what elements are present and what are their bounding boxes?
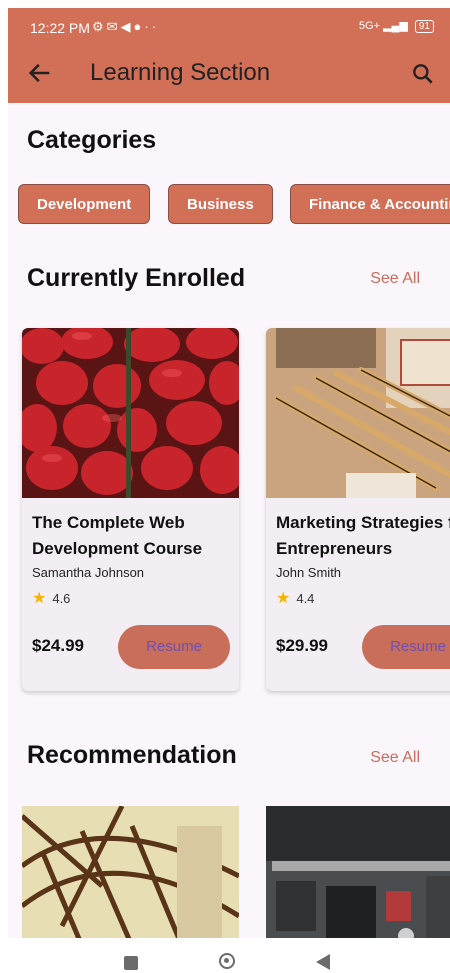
recommendation-thumbnail-bridge[interactable] [22,806,239,938]
categories-heading: Categories [27,126,157,154]
enrolled-see-all-link[interactable]: See All [370,270,420,288]
recommendation-thumbnail-desk[interactable] [266,806,450,938]
star-icon: ★ [276,590,291,607]
course-price: $24.99 [32,636,84,655]
chip-development[interactable]: Development [18,184,151,224]
resume-button[interactable]: Resume [362,625,450,669]
app-screen: 12:22 PM ⚙✉◀●·· 5G+ ▂▄▆ 91 Learning Sect… [8,8,450,938]
course-price: $29.99 [276,636,328,655]
system-nav-bar [0,938,450,973]
recents-icon[interactable] [124,956,138,970]
resume-button[interactable]: Resume [118,625,230,669]
home-icon[interactable] [219,953,235,969]
battery-icon: 91 [414,20,434,33]
category-chips: Development Business Finance & Accountin… [18,184,450,228]
notification-icons: ⚙✉◀●·· [92,19,160,34]
star-icon: ★ [32,590,47,607]
course-card[interactable]: Marketing Strategies for Entrepreneurs J… [266,328,450,691]
recommendation-heading: Recommendation [27,741,237,769]
arrow-left-icon[interactable] [26,59,54,87]
toolbar: Learning Section [8,48,450,103]
course-author: Samantha Johnson [32,565,145,580]
course-author: John Smith [276,565,342,580]
network-label: 5G+ [358,20,381,32]
chip-finance-accounting[interactable]: Finance & Accounting [290,184,450,224]
status-right: 5G+ ▂▄▆ 91 [359,19,434,33]
course-card[interactable]: The Complete Web Development Course Sama… [22,328,239,691]
signal-icon: ▂▄▆ [383,20,408,32]
enrolled-heading: Currently Enrolled [27,264,246,292]
course-rating: ★ 4.4 [276,588,314,608]
rating-value: 4.4 [296,591,315,606]
status-bar: 12:22 PM ⚙✉◀●·· 5G+ ▂▄▆ 91 [8,8,450,48]
recommendation-see-all-link[interactable]: See All [370,749,420,767]
chip-business[interactable]: Business [168,184,273,224]
course-thumbnail-strawberries [22,328,239,498]
course-title: Marketing Strategies for Entrepreneurs [276,513,450,558]
search-icon[interactable] [410,61,436,87]
app-bar: 12:22 PM ⚙✉◀●·· 5G+ ▂▄▆ 91 Learning Sect… [8,8,450,103]
status-time: 12:22 PM [30,20,90,36]
rating-value: 4.6 [52,591,71,606]
back-triangle-icon[interactable] [316,954,330,970]
course-rating: ★ 4.6 [32,588,70,608]
course-title: The Complete Web Development Course [32,513,203,558]
course-thumbnail-pencils [266,328,450,498]
page-title: Learning Section [90,59,271,86]
